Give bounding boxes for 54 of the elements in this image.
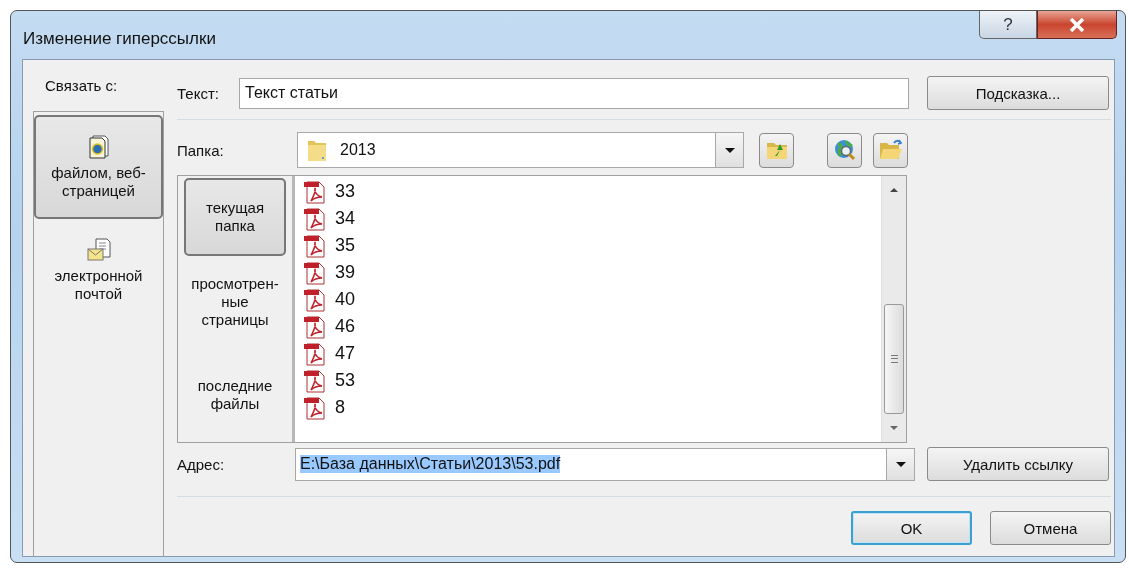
pdf-file-icon xyxy=(303,314,327,339)
pdf-file-icon xyxy=(303,395,327,420)
folder-arrow-icon xyxy=(765,140,788,160)
link-type-tab[interactable]: электронной почтой xyxy=(34,237,163,317)
envelope-document-icon xyxy=(86,238,111,262)
globe-magnifier-icon xyxy=(832,138,857,162)
scrollbar[interactable] xyxy=(881,176,906,442)
help-button[interactable]: ? xyxy=(979,11,1037,39)
cancel-button[interactable]: Отмена xyxy=(990,511,1111,545)
text-field[interactable]: Текст статьи xyxy=(239,77,909,109)
pdf-file-icon xyxy=(303,179,327,204)
browse-tab[interactable]: просмотрен- ные страницы xyxy=(184,255,286,349)
file-name[interactable]: 34 xyxy=(335,208,356,229)
pdf-file-icon xyxy=(303,368,327,393)
open-folder-icon xyxy=(878,139,903,161)
link-type-tab[interactable]: файлом, веб- страницей xyxy=(34,115,163,219)
file-name[interactable]: 39 xyxy=(335,262,356,283)
web-search-button[interactable] xyxy=(827,132,862,168)
scroll-thumb[interactable] xyxy=(884,304,904,414)
file-name[interactable]: 53 xyxy=(335,370,356,391)
pdf-file-icon xyxy=(303,206,327,231)
document-globe-icon xyxy=(87,134,110,159)
folder-dropdown[interactable]: 2013 xyxy=(297,132,744,168)
ok-button[interactable]: OK xyxy=(851,511,972,545)
scroll-up-icon[interactable] xyxy=(890,188,898,192)
browse-tab[interactable]: текущая папка xyxy=(184,178,286,256)
hint-button[interactable]: Подсказка... xyxy=(927,76,1109,110)
pdf-file-icon xyxy=(303,287,327,312)
close-button[interactable] xyxy=(1037,11,1117,39)
pdf-file-icon xyxy=(303,341,327,366)
file-name[interactable]: 33 xyxy=(335,181,356,202)
file-name[interactable]: 40 xyxy=(335,289,356,310)
folder-label: Папка: xyxy=(177,141,225,159)
file-name[interactable]: 47 xyxy=(335,343,356,364)
file-name[interactable]: 46 xyxy=(335,316,356,337)
file-list[interactable]: 33 34 35 39 40 46 47 53 8 xyxy=(295,176,906,442)
file-name[interactable]: 35 xyxy=(335,235,356,256)
remove-link-button[interactable]: Удалить ссылку xyxy=(927,447,1109,481)
address-dropdown[interactable]: E:\База данных\Статьи\2013\53.pdf xyxy=(295,447,915,481)
file-name[interactable]: 8 xyxy=(335,397,345,418)
text-label: Текст: xyxy=(177,84,220,102)
open-file-button[interactable] xyxy=(873,132,908,168)
pdf-file-icon xyxy=(303,233,327,258)
section-label: Связать с: xyxy=(45,77,118,94)
address-label: Адрес: xyxy=(177,455,226,473)
up-folder-button[interactable] xyxy=(759,132,794,168)
dropdown-arrow-icon xyxy=(895,461,906,467)
scroll-down-icon[interactable] xyxy=(890,426,898,430)
dropdown-arrow-icon xyxy=(724,147,735,153)
pdf-file-icon xyxy=(303,260,327,285)
close-icon xyxy=(1069,17,1085,32)
address-text: E:\База данных\Статьи\2013\53.pdf xyxy=(300,455,561,473)
window-title: Изменение гиперссылки xyxy=(23,29,216,49)
browse-tab[interactable]: последние файлы xyxy=(184,348,286,442)
